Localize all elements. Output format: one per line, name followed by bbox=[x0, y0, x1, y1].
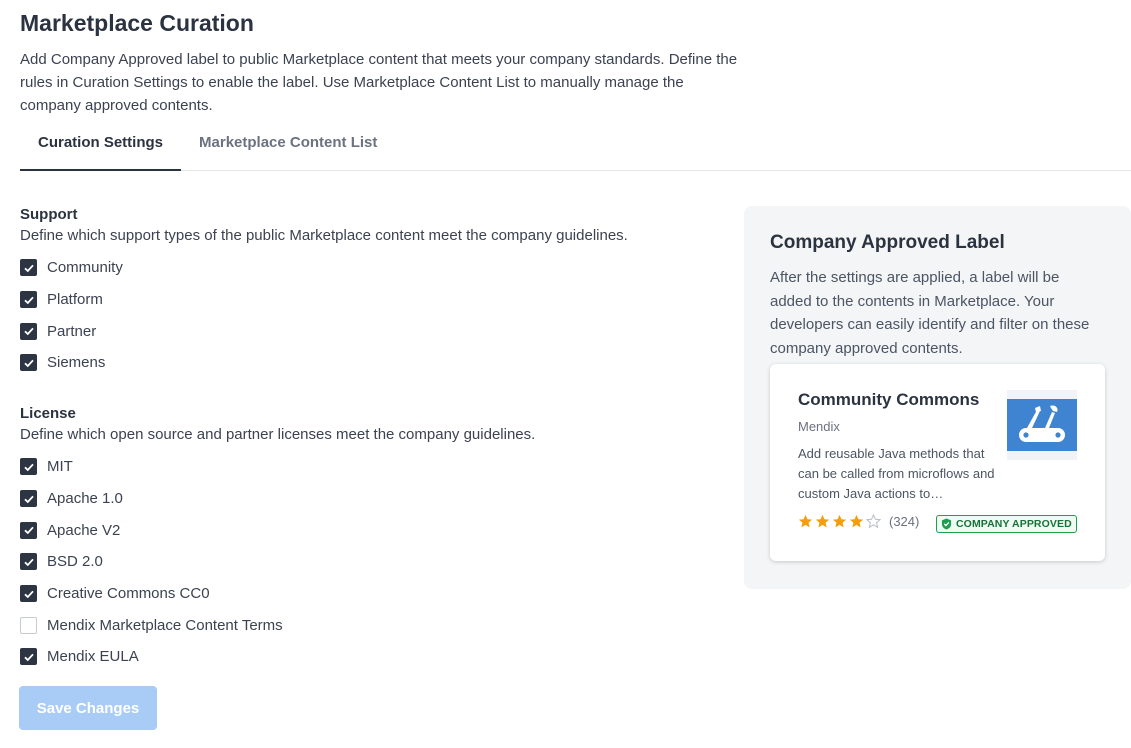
option-label: Apache 1.0 bbox=[47, 490, 123, 508]
star-empty-icon bbox=[866, 514, 881, 529]
card-description: Add reusable Java methods that can be ca… bbox=[798, 446, 995, 501]
save-changes-button[interactable]: Save Changes bbox=[19, 686, 157, 730]
content-preview-card[interactable]: Community Commons Mendix Add reusable Ja… bbox=[770, 364, 1105, 561]
rating-stars bbox=[798, 514, 883, 529]
page-intro: Add Company Approved label to public Mar… bbox=[20, 51, 738, 114]
support-option-siemens[interactable]: Siemens bbox=[20, 347, 730, 379]
option-label: MIT bbox=[47, 458, 73, 476]
support-option-platform[interactable]: Platform bbox=[20, 284, 730, 316]
checkbox-checked-icon[interactable] bbox=[20, 585, 37, 603]
option-label: Mendix EULA bbox=[47, 648, 139, 666]
star-filled-icon bbox=[798, 514, 813, 528]
star-filled-icon bbox=[832, 514, 847, 528]
swiss-army-knife-icon bbox=[1007, 390, 1077, 460]
option-label: Community bbox=[47, 259, 123, 277]
review-count: (324) bbox=[889, 514, 920, 529]
license-option-mendix-marketplace-content-terms[interactable]: Mendix Marketplace Content Terms bbox=[20, 609, 730, 641]
checkbox-checked-icon[interactable] bbox=[20, 291, 37, 309]
option-label: Mendix Marketplace Content Terms bbox=[47, 616, 283, 634]
license-options: MIT Apache 1.0 Apache V2 BSD 2.0 Creative Co… bbox=[20, 451, 730, 673]
card-title: Community Commons bbox=[798, 390, 980, 409]
support-section: Support Define which support types of th… bbox=[20, 205, 730, 379]
license-option-mit[interactable]: MIT bbox=[20, 451, 730, 483]
option-label: Partner bbox=[47, 322, 97, 340]
support-description: Define which support types of the public… bbox=[20, 227, 628, 244]
option-label: Siemens bbox=[47, 354, 106, 372]
license-option-mendix-eula[interactable]: Mendix EULA bbox=[20, 641, 730, 673]
license-option-apache-v2[interactable]: Apache V2 bbox=[20, 514, 730, 546]
option-label: BSD 2.0 bbox=[47, 553, 103, 571]
panel-description: After the settings are applied, a label … bbox=[770, 269, 1090, 357]
page-title: Marketplace Curation bbox=[20, 10, 254, 36]
option-label: Platform bbox=[47, 291, 103, 309]
support-option-partner[interactable]: Partner bbox=[20, 315, 730, 347]
shield-check-icon bbox=[941, 518, 952, 530]
license-section: License Define which open source and par… bbox=[20, 404, 730, 673]
checkbox-checked-icon[interactable] bbox=[20, 354, 37, 372]
support-title: Support bbox=[20, 206, 78, 223]
checkbox-checked-icon[interactable] bbox=[20, 553, 37, 571]
option-label: Creative Commons CC0 bbox=[47, 585, 210, 603]
card-vendor: Mendix bbox=[798, 419, 840, 434]
support-options: Community Platform Partner Siemens bbox=[20, 252, 730, 379]
badge-label: COMPANY APPROVED bbox=[956, 518, 1072, 530]
license-title: License bbox=[20, 405, 76, 422]
star-filled-icon bbox=[849, 514, 864, 528]
tab-marketplace-content-list[interactable]: Marketplace Content List bbox=[181, 128, 395, 171]
checkbox-checked-icon[interactable] bbox=[20, 458, 37, 476]
checkbox-checked-icon[interactable] bbox=[20, 490, 37, 508]
checkbox-unchecked-icon[interactable] bbox=[20, 616, 37, 634]
tab-curation-settings[interactable]: Curation Settings bbox=[20, 128, 182, 171]
checkbox-checked-icon[interactable] bbox=[20, 259, 37, 277]
panel-title: Company Approved Label bbox=[770, 232, 1005, 253]
checkbox-checked-icon[interactable] bbox=[20, 322, 37, 340]
star-filled-icon bbox=[815, 514, 830, 528]
checkbox-checked-icon[interactable] bbox=[20, 648, 37, 666]
license-description: Define which open source and partner lic… bbox=[20, 426, 536, 443]
license-option-apache-1-0[interactable]: Apache 1.0 bbox=[20, 483, 730, 515]
tab-bar: Curation Settings Marketplace Content Li… bbox=[20, 128, 1131, 171]
support-option-community[interactable]: Community bbox=[20, 252, 730, 284]
license-option-bsd-2-0[interactable]: BSD 2.0 bbox=[20, 546, 730, 578]
license-option-creative-commons-cc0[interactable]: Creative Commons CC0 bbox=[20, 578, 730, 610]
checkbox-checked-icon[interactable] bbox=[20, 521, 37, 539]
card-rating: (324) bbox=[798, 514, 919, 529]
company-approved-badge: COMPANY APPROVED bbox=[936, 515, 1077, 533]
option-label: Apache V2 bbox=[47, 521, 121, 539]
company-approved-label-panel: Company Approved Label After the setting… bbox=[744, 206, 1131, 589]
